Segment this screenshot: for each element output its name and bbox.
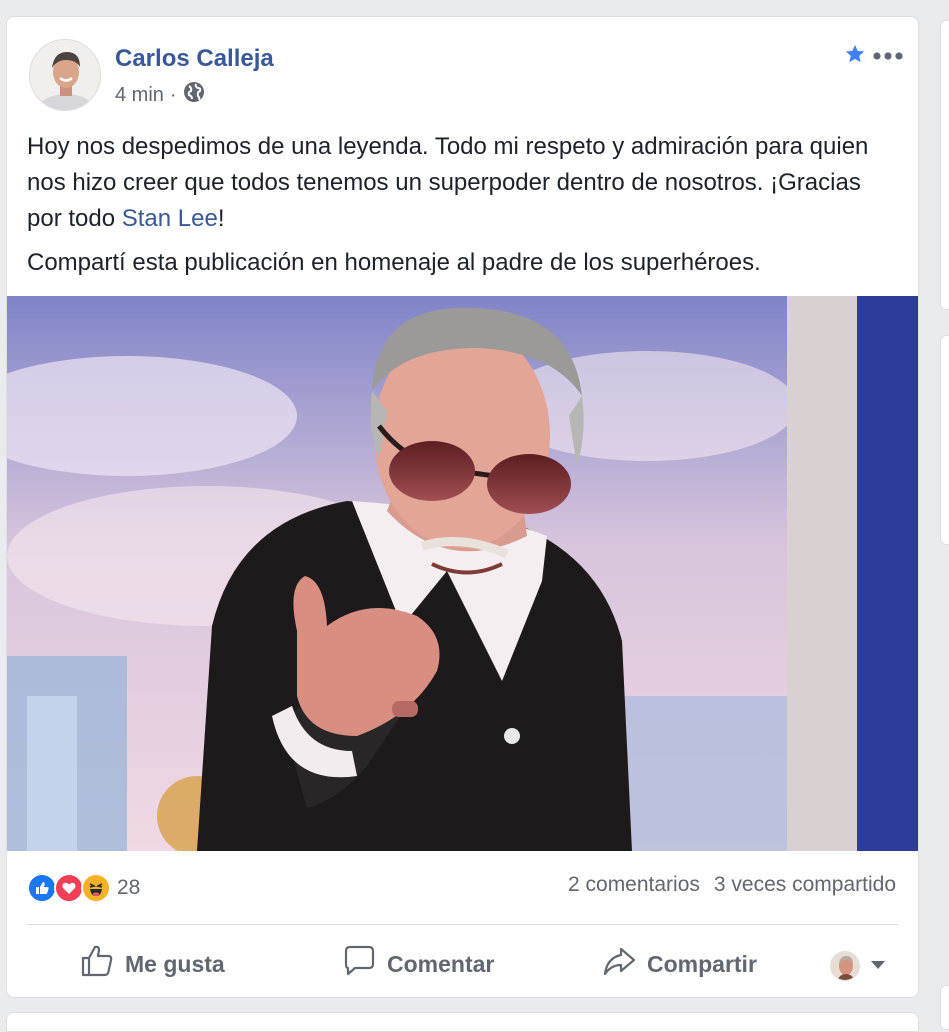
like-button-label: Me gusta [125,950,225,977]
mention-link[interactable]: Stan Lee [122,205,218,232]
share-button-label: Compartir [647,950,757,977]
post-actions-bar: Me gusta Comentar Compartir [7,935,918,993]
post-as-selector[interactable] [830,951,886,981]
shares-count[interactable]: 3 veces compartido [714,873,896,897]
share-button[interactable]: Compartir [601,943,757,985]
like-button[interactable]: Me gusta [79,943,225,985]
meta-separator: · [169,83,177,106]
comment-button[interactable]: Comentar [341,943,494,985]
thumbs-up-icon [79,943,115,985]
post-photo[interactable] [7,296,918,851]
globe-icon[interactable] [183,81,205,109]
comment-bubble-icon [341,943,377,985]
post-text: Hoy nos despedimos de una leyenda. Todo … [27,129,902,281]
more-options-icon[interactable] [872,48,904,66]
chevron-down-icon [870,957,886,975]
page-avatar [830,951,860,981]
reaction-count: 28 [117,876,141,899]
author-name[interactable]: Carlos Calleja [115,45,274,73]
like-icon [27,873,57,903]
comments-count[interactable]: 2 comentarios [568,873,700,897]
post-paragraph-1: Hoy nos despedimos de una leyenda. Todo … [27,129,902,237]
comment-button-label: Comentar [387,950,495,977]
love-icon [54,873,84,903]
post-top-actions [844,43,904,70]
adjacent-card-edge [940,335,949,545]
share-arrow-icon [601,943,637,985]
adjacent-card-edge [940,20,949,310]
author-avatar[interactable] [29,39,101,111]
post-card: Carlos Calleja 4 min · Hoy nos despedimo… [6,16,919,998]
next-post-card-edge [6,1012,919,1032]
post-paragraph-2: Compartí esta publicación en homenaje al… [27,249,761,276]
post-meta: 4 min · [115,81,205,109]
adjacent-card-edge [940,985,949,1030]
post-time[interactable]: 4 min [115,84,164,107]
favorite-star-icon[interactable] [844,43,866,70]
post-text-segment: ! [217,205,225,232]
haha-icon [81,873,111,903]
reactions-summary[interactable]: 28 [27,871,140,905]
engagement-counts: 2 comentarios 3 veces compartido [568,873,896,897]
actions-divider [27,924,898,925]
